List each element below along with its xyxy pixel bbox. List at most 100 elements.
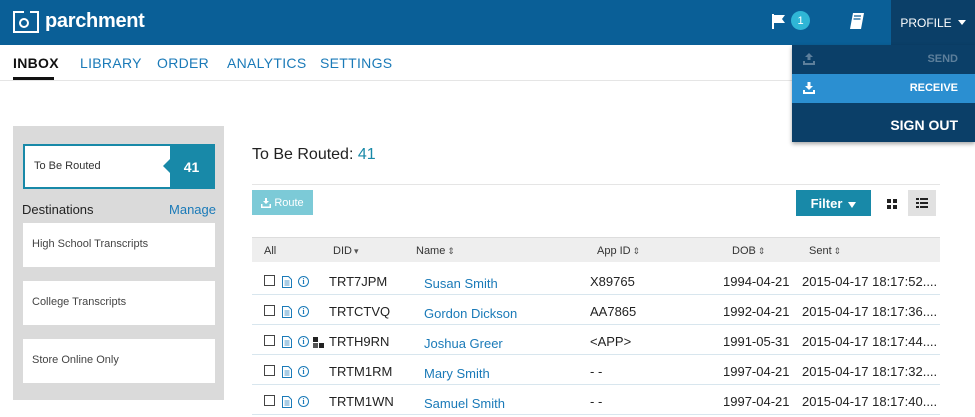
route-button[interactable]: Route xyxy=(252,190,313,215)
destination-store-online-only[interactable]: Store Online Only xyxy=(23,339,215,383)
sign-out-label: SIGN OUT xyxy=(890,117,958,133)
page-title-count: 41 xyxy=(357,146,376,163)
row-checkbox[interactable] xyxy=(264,365,275,376)
row-checkbox[interactable] xyxy=(264,395,275,406)
profile-dropdown: SEND RECEIVE SIGN OUT xyxy=(792,45,975,142)
info-icon[interactable]: i xyxy=(298,396,309,407)
destinations-heading: Destinations xyxy=(22,202,94,217)
caret-down-icon xyxy=(848,202,857,208)
sort-icon: ⇕ xyxy=(447,246,455,256)
row-checkbox[interactable] xyxy=(264,305,275,316)
send-label: SEND xyxy=(927,53,958,65)
route-label: Route xyxy=(274,196,304,209)
menu-item-receive[interactable]: RECEIVE xyxy=(792,74,975,103)
cell-app-id: AA7865 xyxy=(590,304,637,319)
tab-inbox[interactable]: INBOX xyxy=(13,55,59,71)
destination-high-school-transcripts[interactable]: High School Transcripts xyxy=(23,223,215,267)
header-dob-label: DOB xyxy=(732,245,756,257)
document-icon[interactable] xyxy=(282,276,292,288)
destination-college-transcripts[interactable]: College Transcripts xyxy=(23,281,215,325)
table-row[interactable]: i TRTM1WN Samuel Smith - - 1997-04-21 20… xyxy=(252,385,940,415)
filter-button[interactable]: Filter xyxy=(796,190,871,216)
cell-did: TRT7JPM xyxy=(329,274,388,289)
cell-sent: 2015-04-17 18:17:32.... xyxy=(802,364,938,379)
sort-icon: ⇕ xyxy=(632,246,641,256)
flag-icon[interactable] xyxy=(772,14,786,29)
document-icon[interactable] xyxy=(282,336,292,348)
cell-sent: 2015-04-17 18:17:40.... xyxy=(802,394,938,409)
list-view-button[interactable] xyxy=(908,190,936,216)
header-name[interactable]: Name ⇕ xyxy=(416,245,455,257)
sort-desc-icon: ▾ xyxy=(353,246,359,256)
cell-name-link[interactable]: Joshua Greer xyxy=(424,336,503,351)
cell-app-id: - - xyxy=(590,364,603,379)
cell-dob: 1991-05-31 xyxy=(723,334,790,349)
header-app-id-label: App ID xyxy=(597,245,631,257)
cell-sent: 2015-04-17 18:17:44.... xyxy=(802,334,938,349)
table-row[interactable]: i TRTH9RN Joshua Greer <APP> 1991-05-31 … xyxy=(252,325,940,355)
profile-menu-button[interactable]: PROFILE xyxy=(891,0,975,45)
header-sent[interactable]: Sent ⇕ xyxy=(809,245,841,257)
cell-dob: 1992-04-21 xyxy=(723,304,790,319)
cell-did: TRTH9RN xyxy=(329,334,390,349)
tab-settings[interactable]: SETTINGS xyxy=(320,55,392,71)
header-did[interactable]: DID ▾ xyxy=(333,245,358,257)
document-icon[interactable] xyxy=(282,366,292,378)
row-checkbox[interactable] xyxy=(264,275,275,286)
info-icon[interactable]: i xyxy=(298,336,309,347)
routing-sidebar: To Be Routed 41 Destinations Manage High… xyxy=(13,126,224,400)
row-checkbox[interactable] xyxy=(264,335,275,346)
document-icon[interactable] xyxy=(282,396,292,408)
header-dob[interactable]: DOB ⇕ xyxy=(732,245,765,257)
manage-link[interactable]: Manage xyxy=(169,202,216,217)
menu-item-sign-out[interactable]: SIGN OUT xyxy=(792,113,975,142)
cell-app-id: <APP> xyxy=(590,334,632,349)
notification-badge[interactable]: 1 xyxy=(791,11,810,30)
cell-name-link[interactable]: Mary Smith xyxy=(424,366,490,381)
cell-app-id: - - xyxy=(590,394,603,409)
header-app-id[interactable]: App ID ⇕ xyxy=(597,245,640,257)
info-icon[interactable]: i xyxy=(298,276,309,287)
grid-view-icon xyxy=(887,199,897,209)
active-tab-indicator xyxy=(13,77,54,80)
page-title-text: To Be Routed: xyxy=(252,146,354,163)
book-icon[interactable] xyxy=(850,13,864,29)
cell-dob: 1997-04-21 xyxy=(723,394,790,409)
to-be-routed-item[interactable]: To Be Routed 41 xyxy=(23,144,215,189)
info-icon[interactable]: i xyxy=(298,366,309,377)
to-be-routed-count: 41 xyxy=(163,146,213,187)
tab-analytics[interactable]: ANALYTICS xyxy=(227,55,306,71)
cell-dob: 1997-04-21 xyxy=(723,364,790,379)
table-row[interactable]: i TRT7JPM Susan Smith X89765 1994-04-21 … xyxy=(252,265,940,295)
cell-name-link[interactable]: Susan Smith xyxy=(424,276,498,291)
to-be-routed-label: To Be Routed xyxy=(34,160,101,172)
cell-sent: 2015-04-17 18:17:52.... xyxy=(802,274,938,289)
brand-name: parchment xyxy=(45,10,145,32)
table-row[interactable]: i TRTCTVQ Gordon Dickson AA7865 1992-04-… xyxy=(252,295,940,325)
menu-item-send[interactable]: SEND xyxy=(792,45,975,74)
cell-sent: 2015-04-17 18:17:36.... xyxy=(802,304,938,319)
header-name-label: Name xyxy=(416,245,446,257)
tab-order[interactable]: ORDER xyxy=(157,55,209,71)
sort-icon: ⇕ xyxy=(833,246,842,256)
download-icon xyxy=(261,197,272,208)
caret-down-icon xyxy=(957,20,966,25)
download-tray-icon xyxy=(803,82,815,94)
tab-library[interactable]: LIBRARY xyxy=(80,55,142,71)
list-view-icon xyxy=(916,198,928,208)
logo-mark-icon xyxy=(13,10,39,33)
cell-name-link[interactable]: Gordon Dickson xyxy=(424,306,517,321)
cell-did: TRTM1WN xyxy=(329,394,394,409)
parchment-logo[interactable]: parchment xyxy=(13,10,145,33)
cell-did: TRTM1RM xyxy=(329,364,393,379)
document-icon[interactable] xyxy=(282,306,292,318)
filter-label: Filter xyxy=(810,195,843,211)
header-all[interactable]: All xyxy=(264,245,276,257)
page-title: To Be Routed: 41 xyxy=(252,146,376,164)
grid-view-button[interactable] xyxy=(878,190,906,216)
cell-name-link[interactable]: Samuel Smith xyxy=(424,396,505,411)
top-header: parchment 1 PROFILE xyxy=(0,0,975,45)
squares-icon xyxy=(313,337,324,348)
info-icon[interactable]: i xyxy=(298,306,309,317)
table-row[interactable]: i TRTM1RM Mary Smith - - 1997-04-21 2015… xyxy=(252,355,940,385)
